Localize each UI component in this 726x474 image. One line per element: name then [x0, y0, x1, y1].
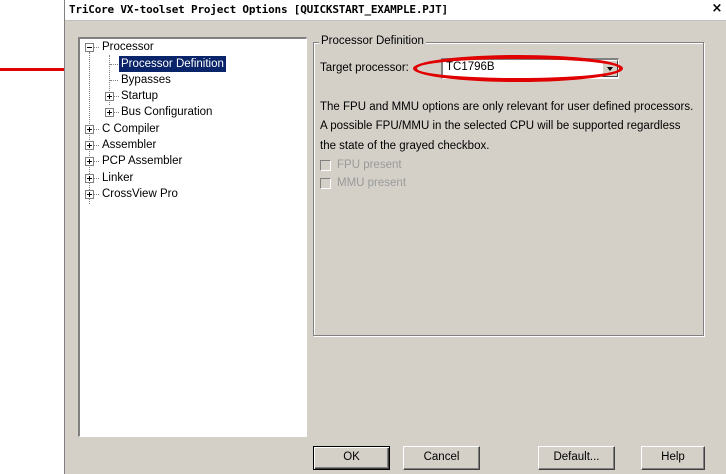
checkbox-box[interactable] [320, 178, 331, 189]
project-options-dialog: TriCore VX-toolset Project Options [QUIC… [64, 0, 726, 474]
tree-connector [110, 64, 118, 66]
info-text-line-3: the state of the grayed checkbox. [320, 140, 490, 152]
expand-icon[interactable] [85, 141, 94, 150]
processor-definition-group [313, 42, 704, 336]
expand-icon[interactable] [85, 157, 94, 166]
tree-item-label: Processor Definition [119, 56, 226, 72]
tree-item-label: Processor [102, 41, 154, 53]
tree-connector [94, 47, 99, 49]
ok-button[interactable]: OK [313, 446, 390, 470]
tree-connector [110, 80, 118, 82]
target-processor-label: Target processor: [320, 62, 409, 74]
expand-icon[interactable] [85, 190, 94, 199]
tree-item-label: CrossView Pro [102, 188, 178, 200]
tree-connector [94, 161, 99, 163]
info-text-line-1: The FPU and MMU options are only relevan… [320, 101, 694, 113]
tree-item-label: Bus Configuration [121, 106, 213, 118]
annotation-ellipse [413, 55, 623, 82]
expand-icon[interactable] [85, 174, 94, 183]
tree-connector [94, 145, 99, 147]
help-button[interactable]: Help [641, 446, 705, 470]
close-icon[interactable]: × [710, 2, 724, 16]
window-title: TriCore VX-toolset Project Options [QUIC… [69, 3, 448, 16]
options-tree[interactable]: Processor Processor Definition Bypasses … [78, 37, 307, 437]
title-bar: TriCore VX-toolset Project Options [QUIC… [65, 0, 726, 21]
tree-item-label: C Compiler [102, 123, 160, 135]
default-button[interactable]: Default... [538, 446, 615, 470]
tree-connector [94, 129, 99, 131]
expand-icon[interactable] [85, 125, 94, 134]
checkbox-label: FPU present [337, 159, 402, 171]
tree-item-label: Startup [121, 90, 159, 102]
group-title: Processor Definition [319, 35, 426, 47]
tree-item-label: Linker [102, 172, 134, 184]
expand-icon[interactable] [105, 108, 114, 117]
tree-item-label: PCP Assembler [102, 155, 183, 167]
tree-item-label: Bypasses [121, 74, 171, 86]
expand-icon[interactable] [105, 92, 114, 101]
info-text-line-2: A possible FPU/MMU in the selected CPU w… [320, 120, 681, 132]
checkbox-box[interactable] [320, 160, 331, 171]
checkbox-label: MMU present [337, 177, 407, 189]
tree-item-label: Assembler [102, 139, 157, 151]
tree-connector [94, 178, 99, 180]
collapse-icon[interactable] [85, 43, 94, 52]
tree-connector [94, 194, 99, 196]
cancel-button[interactable]: Cancel [403, 446, 480, 470]
